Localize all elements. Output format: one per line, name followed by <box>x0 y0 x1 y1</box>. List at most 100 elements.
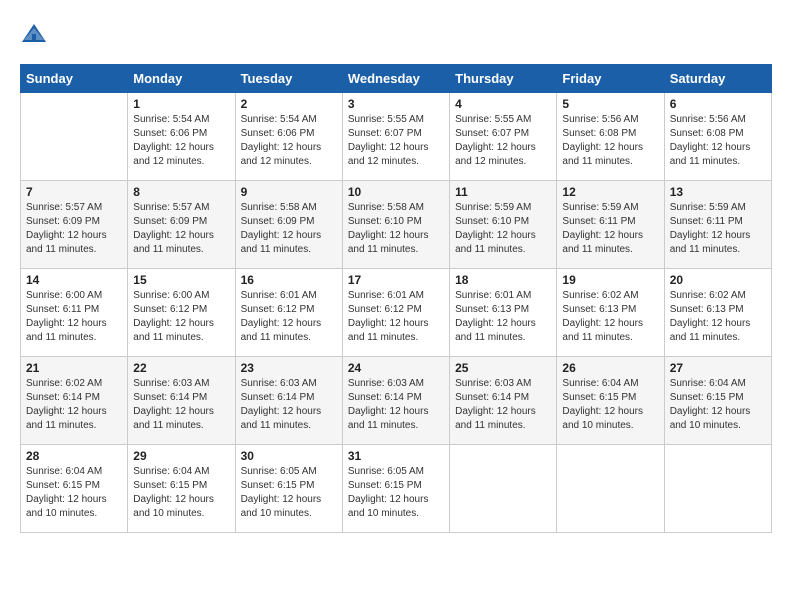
day-number: 24 <box>348 361 444 375</box>
cell-sun-info: Sunrise: 5:58 AMSunset: 6:10 PMDaylight:… <box>348 201 444 257</box>
day-number: 15 <box>133 273 229 287</box>
calendar-cell <box>21 93 128 181</box>
cell-sun-info: Sunrise: 5:57 AMSunset: 6:09 PMDaylight:… <box>26 201 122 257</box>
cell-sun-info: Sunrise: 6:03 AMSunset: 6:14 PMDaylight:… <box>241 377 337 433</box>
cell-sun-info: Sunrise: 6:05 AMSunset: 6:15 PMDaylight:… <box>241 465 337 521</box>
day-number: 28 <box>26 449 122 463</box>
calendar-body: 1 Sunrise: 5:54 AMSunset: 6:06 PMDaylight… <box>21 93 772 533</box>
cell-sun-info: Sunrise: 6:04 AMSunset: 6:15 PMDaylight:… <box>562 377 658 433</box>
day-number: 22 <box>133 361 229 375</box>
cell-sun-info: Sunrise: 5:56 AMSunset: 6:08 PMDaylight:… <box>562 113 658 169</box>
calendar-cell: 27 Sunrise: 6:04 AMSunset: 6:15 PMDayligh… <box>664 357 771 445</box>
cell-sun-info: Sunrise: 6:03 AMSunset: 6:14 PMDaylight:… <box>348 377 444 433</box>
day-number: 10 <box>348 185 444 199</box>
calendar-cell: 16Sunrise: 6:01 AMSunset: 6:12 PMDayligh… <box>235 269 342 357</box>
day-number: 31 <box>348 449 444 463</box>
cell-sun-info: Sunrise: 5:54 AMSunset: 6:06 PMDaylight:… <box>133 113 229 169</box>
cell-sun-info: Sunrise: 5:59 AMSunset: 6:10 PMDaylight:… <box>455 201 551 257</box>
day-number: 30 <box>241 449 337 463</box>
day-number: 4 <box>455 97 551 111</box>
cell-sun-info: Sunrise: 6:04 AMSunset: 6:15 PMDaylight:… <box>133 465 229 521</box>
calendar-cell: 22 Sunrise: 6:03 AMSunset: 6:14 PMDayligh… <box>128 357 235 445</box>
cell-sun-info: Sunrise: 6:01 AMSunset: 6:13 PMDaylight:… <box>455 289 551 345</box>
calendar-week-row: 7 Sunrise: 5:57 AMSunset: 6:09 PMDaylight… <box>21 181 772 269</box>
cell-sun-info: Sunrise: 6:03 AMSunset: 6:14 PMDaylight:… <box>133 377 229 433</box>
cell-sun-info: Sunrise: 5:55 AMSunset: 6:07 PMDaylight:… <box>348 113 444 169</box>
cell-sun-info: Sunrise: 6:02 AMSunset: 6:13 PMDaylight:… <box>670 289 766 345</box>
calendar-week-row: 28 Sunrise: 6:04 AMSunset: 6:15 PMDayligh… <box>21 445 772 533</box>
calendar-cell: 7 Sunrise: 5:57 AMSunset: 6:09 PMDaylight… <box>21 181 128 269</box>
calendar-cell: 3 Sunrise: 5:55 AMSunset: 6:07 PMDaylight… <box>342 93 449 181</box>
calendar-cell: 26 Sunrise: 6:04 AMSunset: 6:15 PMDayligh… <box>557 357 664 445</box>
calendar-table: SundayMondayTuesdayWednesdayThursdayFrid… <box>20 64 772 533</box>
weekday-header: Monday <box>128 65 235 93</box>
day-number: 20 <box>670 273 766 287</box>
day-number: 7 <box>26 185 122 199</box>
day-number: 21 <box>26 361 122 375</box>
cell-sun-info: Sunrise: 5:56 AMSunset: 6:08 PMDaylight:… <box>670 113 766 169</box>
calendar-cell: 6 Sunrise: 5:56 AMSunset: 6:08 PMDaylight… <box>664 93 771 181</box>
calendar-cell: 13Sunrise: 5:59 AMSunset: 6:11 PMDayligh… <box>664 181 771 269</box>
cell-sun-info: Sunrise: 5:55 AMSunset: 6:07 PMDaylight:… <box>455 113 551 169</box>
calendar-cell: 19 Sunrise: 6:02 AMSunset: 6:13 PMDayligh… <box>557 269 664 357</box>
day-number: 12 <box>562 185 658 199</box>
day-number: 1 <box>133 97 229 111</box>
day-number: 9 <box>241 185 337 199</box>
calendar-cell: 15 Sunrise: 6:00 AMSunset: 6:12 PMDayligh… <box>128 269 235 357</box>
calendar-cell <box>450 445 557 533</box>
cell-sun-info: Sunrise: 6:02 AMSunset: 6:13 PMDaylight:… <box>562 289 658 345</box>
calendar-cell: 10 Sunrise: 5:58 AMSunset: 6:10 PMDayligh… <box>342 181 449 269</box>
day-number: 17 <box>348 273 444 287</box>
cell-sun-info: Sunrise: 6:05 AMSunset: 6:15 PMDaylight:… <box>348 465 444 521</box>
day-number: 16 <box>241 273 337 287</box>
day-number: 14 <box>26 273 122 287</box>
day-number: 8 <box>133 185 229 199</box>
cell-sun-info: Sunrise: 6:00 AMSunset: 6:12 PMDaylight:… <box>133 289 229 345</box>
calendar-cell: 18Sunrise: 6:01 AMSunset: 6:13 PMDayligh… <box>450 269 557 357</box>
calendar-week-row: 14Sunrise: 6:00 AMSunset: 6:11 PMDayligh… <box>21 269 772 357</box>
calendar-cell: 21Sunrise: 6:02 AMSunset: 6:14 PMDayligh… <box>21 357 128 445</box>
day-number: 3 <box>348 97 444 111</box>
calendar-cell: 12 Sunrise: 5:59 AMSunset: 6:11 PMDayligh… <box>557 181 664 269</box>
day-number: 19 <box>562 273 658 287</box>
weekday-header: Wednesday <box>342 65 449 93</box>
weekday-header: Thursday <box>450 65 557 93</box>
calendar-cell <box>557 445 664 533</box>
calendar-cell: 30 Sunrise: 6:05 AMSunset: 6:15 PMDayligh… <box>235 445 342 533</box>
calendar-cell: 29 Sunrise: 6:04 AMSunset: 6:15 PMDayligh… <box>128 445 235 533</box>
day-number: 25 <box>455 361 551 375</box>
calendar-cell: 11Sunrise: 5:59 AMSunset: 6:10 PMDayligh… <box>450 181 557 269</box>
calendar-cell: 28 Sunrise: 6:04 AMSunset: 6:15 PMDayligh… <box>21 445 128 533</box>
day-number: 26 <box>562 361 658 375</box>
day-number: 6 <box>670 97 766 111</box>
cell-sun-info: Sunrise: 5:57 AMSunset: 6:09 PMDaylight:… <box>133 201 229 257</box>
calendar-cell: 25 Sunrise: 6:03 AMSunset: 6:14 PMDayligh… <box>450 357 557 445</box>
logo-icon <box>20 20 48 48</box>
weekday-header: Friday <box>557 65 664 93</box>
calendar-cell: 5 Sunrise: 5:56 AMSunset: 6:08 PMDaylight… <box>557 93 664 181</box>
calendar-cell: 9Sunrise: 5:58 AMSunset: 6:09 PMDaylight… <box>235 181 342 269</box>
day-number: 13 <box>670 185 766 199</box>
cell-sun-info: Sunrise: 6:04 AMSunset: 6:15 PMDaylight:… <box>670 377 766 433</box>
day-number: 23 <box>241 361 337 375</box>
cell-sun-info: Sunrise: 6:04 AMSunset: 6:15 PMDaylight:… <box>26 465 122 521</box>
calendar-cell <box>664 445 771 533</box>
calendar-cell: 2Sunrise: 5:54 AMSunset: 6:06 PMDaylight… <box>235 93 342 181</box>
calendar-cell: 23 Sunrise: 6:03 AMSunset: 6:14 PMDayligh… <box>235 357 342 445</box>
cell-sun-info: Sunrise: 6:03 AMSunset: 6:14 PMDaylight:… <box>455 377 551 433</box>
calendar-cell: 31 Sunrise: 6:05 AMSunset: 6:15 PMDayligh… <box>342 445 449 533</box>
day-number: 5 <box>562 97 658 111</box>
calendar-cell: 17 Sunrise: 6:01 AMSunset: 6:12 PMDayligh… <box>342 269 449 357</box>
weekday-header: Sunday <box>21 65 128 93</box>
calendar-cell: 24 Sunrise: 6:03 AMSunset: 6:14 PMDayligh… <box>342 357 449 445</box>
weekday-header: Tuesday <box>235 65 342 93</box>
calendar-cell: 14Sunrise: 6:00 AMSunset: 6:11 PMDayligh… <box>21 269 128 357</box>
cell-sun-info: Sunrise: 5:59 AMSunset: 6:11 PMDaylight:… <box>562 201 658 257</box>
day-number: 29 <box>133 449 229 463</box>
header-row: SundayMondayTuesdayWednesdayThursdayFrid… <box>21 65 772 93</box>
day-number: 27 <box>670 361 766 375</box>
calendar-cell: 1 Sunrise: 5:54 AMSunset: 6:06 PMDaylight… <box>128 93 235 181</box>
cell-sun-info: Sunrise: 6:01 AMSunset: 6:12 PMDaylight:… <box>348 289 444 345</box>
weekday-header: Saturday <box>664 65 771 93</box>
calendar-week-row: 1 Sunrise: 5:54 AMSunset: 6:06 PMDaylight… <box>21 93 772 181</box>
